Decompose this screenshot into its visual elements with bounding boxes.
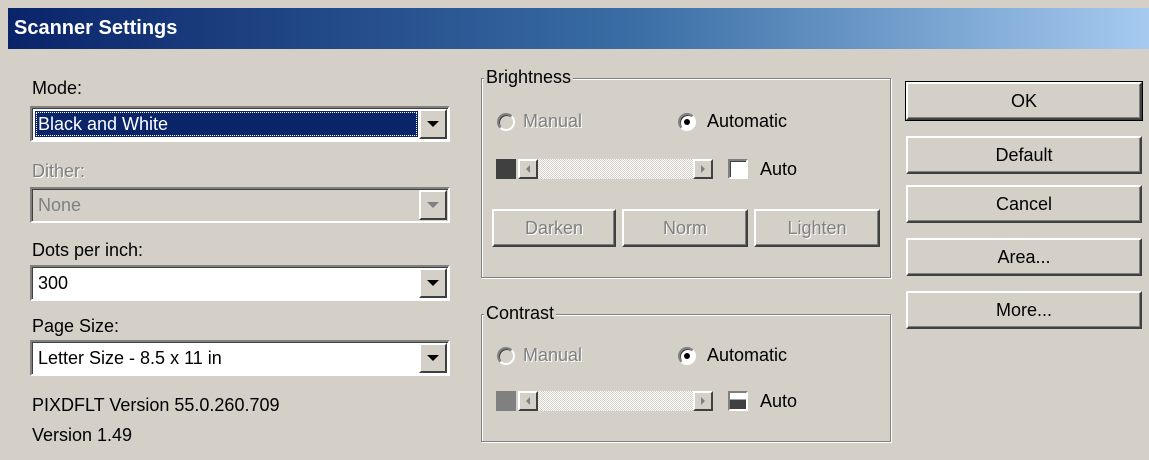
arrow-right-icon: [701, 165, 705, 173]
dither-label: Dither:: [32, 161, 86, 181]
brightness-automatic-radio[interactable]: [678, 113, 696, 131]
arrow-right-icon: [701, 397, 705, 405]
contrast-automatic-label: Automatic: [707, 345, 788, 365]
contrast-auto-indicator[interactable]: [728, 391, 748, 411]
contrast-manual-radio[interactable]: [497, 347, 515, 365]
default-button[interactable]: Default: [906, 136, 1142, 174]
contrast-scroll-right-button[interactable]: [693, 391, 713, 411]
brightness-manual-radio[interactable]: [497, 113, 515, 131]
mode-select[interactable]: Black and White: [30, 106, 450, 142]
brightness-automatic-label: Automatic: [707, 111, 788, 131]
norm-button[interactable]: Norm: [622, 209, 748, 247]
brightness-auto-checkbox[interactable]: [728, 159, 748, 179]
ok-button[interactable]: OK: [905, 81, 1143, 121]
more-button[interactable]: More...: [906, 291, 1142, 329]
dither-value: None: [38, 195, 82, 215]
contrast-scroll-left-button[interactable]: [518, 391, 538, 411]
darken-button[interactable]: Darken: [492, 209, 616, 247]
chevron-down-icon: [427, 121, 439, 127]
brightness-scroll-right-button[interactable]: [693, 159, 713, 179]
brightness-scroll-left-button[interactable]: [518, 159, 538, 179]
brightness-auto-label: Auto: [760, 159, 798, 179]
dpi-value: 300: [38, 273, 69, 293]
dither-dropdown-button[interactable]: [419, 190, 447, 220]
dpi-label: Dots per inch:: [32, 240, 144, 260]
contrast-auto-label: Auto: [760, 391, 798, 411]
contrast-group: [481, 314, 891, 442]
brightness-group-title: Brightness: [484, 67, 574, 88]
page-size-value: Letter Size - 8.5 x 11 in: [38, 348, 222, 368]
arrow-left-icon: [526, 397, 530, 405]
area-button[interactable]: Area...: [906, 238, 1142, 276]
contrast-swatch: [496, 391, 516, 411]
lighten-button[interactable]: Lighten: [754, 209, 880, 247]
chevron-down-icon: [427, 202, 439, 208]
window-title: Scanner Settings: [14, 17, 178, 39]
contrast-slider[interactable]: [518, 391, 713, 411]
page-size-label: Page Size:: [32, 316, 120, 336]
contrast-automatic-radio[interactable]: [678, 347, 696, 365]
page-size-select[interactable]: Letter Size - 8.5 x 11 in: [30, 340, 450, 376]
contrast-group-title: Contrast: [484, 303, 557, 324]
dpi-dropdown-button[interactable]: [419, 268, 447, 298]
contrast-manual-label: Manual: [523, 345, 583, 365]
dpi-select[interactable]: 300: [30, 265, 450, 301]
brightness-slider[interactable]: [518, 159, 713, 179]
chevron-down-icon: [427, 280, 439, 286]
mode-value: Black and White: [35, 111, 418, 137]
cancel-button[interactable]: Cancel: [906, 185, 1142, 223]
brightness-manual-label: Manual: [523, 111, 583, 131]
title-bar: Scanner Settings: [8, 8, 1149, 49]
chevron-down-icon: [427, 355, 439, 361]
version-text: Version 1.49: [32, 425, 133, 445]
dither-select[interactable]: None: [30, 187, 450, 223]
arrow-left-icon: [526, 165, 530, 173]
brightness-swatch: [496, 159, 516, 179]
pixdflt-version-text: PIXDFLT Version 55.0.260.709: [32, 395, 280, 415]
mode-dropdown-button[interactable]: [419, 109, 447, 139]
page-size-dropdown-button[interactable]: [419, 343, 447, 373]
mode-label: Mode:: [32, 78, 83, 98]
